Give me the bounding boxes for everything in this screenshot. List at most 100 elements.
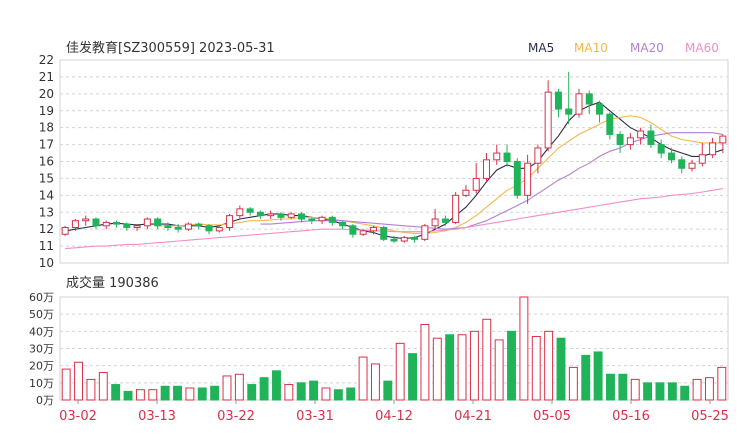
volume-bar xyxy=(593,351,603,401)
volume-bar xyxy=(309,380,319,401)
candle xyxy=(308,217,316,225)
volume-bar xyxy=(606,373,615,401)
candle xyxy=(513,158,521,199)
candle-body xyxy=(462,189,470,196)
candle xyxy=(534,144,542,174)
candle-body xyxy=(524,162,532,196)
candle-body xyxy=(359,230,367,235)
candle xyxy=(709,137,717,159)
price-tick-label: 20 xyxy=(39,87,54,101)
candle-body xyxy=(215,226,223,232)
candle xyxy=(339,220,347,230)
candle-body xyxy=(380,226,388,240)
candle-body xyxy=(184,223,192,230)
chart-title: 佳发教育[SZ300559] 2023-05-31 xyxy=(66,40,275,56)
stock-chart: 佳发教育[SZ300559] 2023-05-31 MA5 MA10 MA20 MA6… xyxy=(0,0,740,440)
candle-body xyxy=(431,218,439,227)
candle-body xyxy=(61,226,69,235)
volume-bar xyxy=(111,384,121,401)
candle-body xyxy=(596,103,604,115)
volume-tick-label: 10万 xyxy=(29,377,54,390)
candle xyxy=(380,225,388,242)
volume-bar xyxy=(296,382,306,401)
price-tick-label: 10 xyxy=(39,256,54,270)
volume-bar xyxy=(61,368,71,401)
candle xyxy=(657,139,665,159)
candle-body xyxy=(339,221,347,227)
candle-body xyxy=(688,162,696,169)
volume-bar xyxy=(284,384,294,401)
candle xyxy=(678,156,686,174)
date-tick-label: 04-21 xyxy=(454,409,492,424)
volume-bar xyxy=(74,361,84,401)
candle-body xyxy=(606,113,614,135)
volume-label: 成交量 190386 xyxy=(66,275,159,291)
candle-body xyxy=(616,133,624,146)
candle xyxy=(328,215,336,226)
candle-body xyxy=(637,130,645,139)
volume-bar xyxy=(432,337,442,401)
price-tick-label: 21 xyxy=(39,70,54,84)
volume-tick-label: 0万 xyxy=(36,394,54,407)
candle xyxy=(452,191,460,225)
volume-bar xyxy=(259,377,269,401)
candle-body xyxy=(308,218,316,222)
candle xyxy=(113,220,121,228)
ma-line-ma5 xyxy=(65,101,724,240)
volume-bar xyxy=(469,330,479,401)
volume-bar xyxy=(680,385,690,401)
volume-bar xyxy=(494,339,504,401)
volume-bar xyxy=(160,385,170,401)
volume-bar xyxy=(346,387,356,401)
candle xyxy=(349,224,357,238)
candle-body xyxy=(256,211,264,217)
candle-body xyxy=(513,161,521,196)
date-tick-label: 05-25 xyxy=(691,409,729,424)
volume-bar xyxy=(618,373,628,401)
date-tick-label: 04-12 xyxy=(375,409,413,424)
candle-body xyxy=(441,218,449,223)
candle xyxy=(236,205,244,220)
candle xyxy=(626,132,634,150)
candle-body xyxy=(277,213,285,218)
volume-bar xyxy=(643,382,653,401)
candle xyxy=(184,222,192,231)
volume-bar xyxy=(272,370,281,401)
candle-body xyxy=(647,130,655,146)
candle xyxy=(606,112,614,140)
candle-body xyxy=(565,108,573,115)
volume-bar xyxy=(519,296,529,401)
candle-body xyxy=(503,152,511,163)
candle xyxy=(462,185,470,198)
volume-bar xyxy=(704,377,714,401)
candle-body xyxy=(667,152,675,161)
price-tick-label: 16 xyxy=(39,155,54,169)
candle xyxy=(637,127,645,145)
chart-svg: 佳发教育[SZ300559] 2023-05-31 MA5 MA10 MA20 MA6… xyxy=(29,40,729,424)
candle xyxy=(102,220,110,230)
candle-body xyxy=(626,137,634,146)
date-tick-label: 03-31 xyxy=(296,409,334,424)
volume-bar xyxy=(568,366,578,401)
candle-body xyxy=(472,177,480,191)
volume-bar xyxy=(247,384,257,401)
candle-body xyxy=(236,208,244,217)
price-tick-label: 14 xyxy=(39,188,54,202)
volume-tick-label: 50万 xyxy=(29,308,54,321)
candle-body xyxy=(133,225,141,228)
candle-body xyxy=(678,159,686,169)
candle xyxy=(524,154,532,204)
candle xyxy=(205,224,213,235)
date-tick-label: 05-05 xyxy=(533,409,571,424)
volume-bar xyxy=(370,363,380,401)
price-tick-label: 18 xyxy=(39,121,54,135)
candle-body xyxy=(113,221,121,225)
candle-body xyxy=(92,218,100,227)
candle-body xyxy=(452,194,460,223)
volume-bar xyxy=(98,372,108,401)
volume-bar xyxy=(531,335,541,401)
legend: MA5 MA10 MA20 MA60 xyxy=(528,41,719,55)
volume-bar xyxy=(507,330,516,401)
candle xyxy=(195,222,203,230)
candle xyxy=(246,207,254,216)
